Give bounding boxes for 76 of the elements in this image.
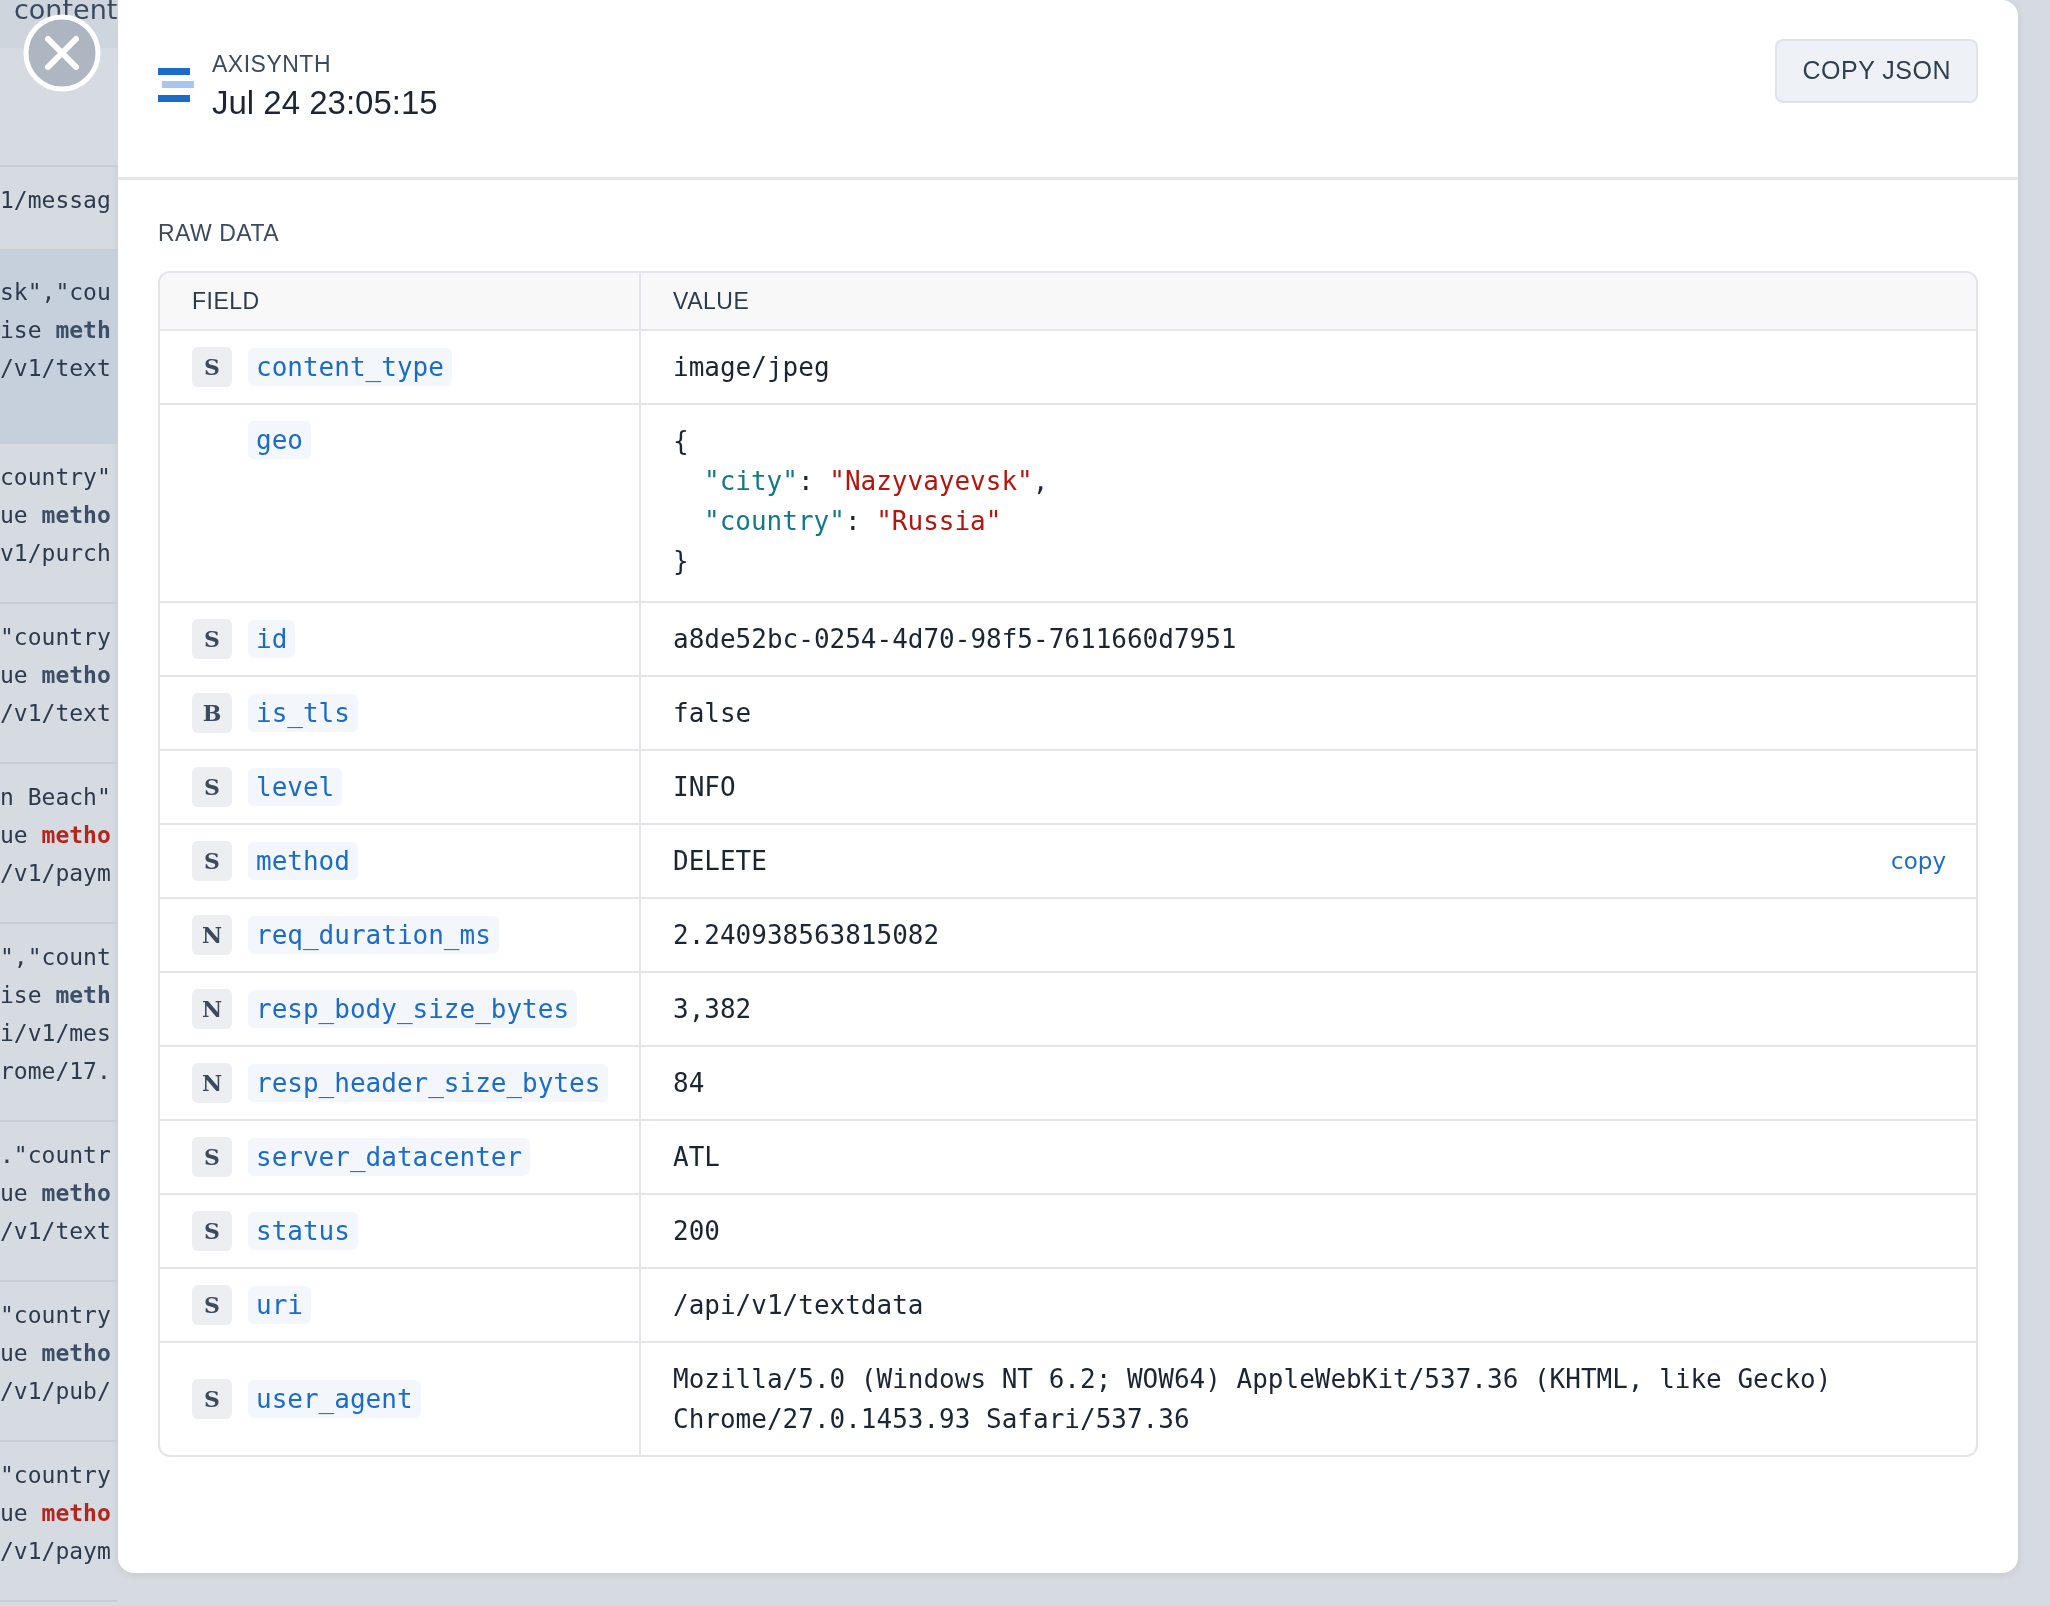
section-title: RAW DATA bbox=[158, 220, 281, 247]
log-text: ue metho bbox=[0, 1339, 111, 1368]
field-name: req_duration_ms bbox=[248, 916, 499, 954]
field-name: geo bbox=[248, 421, 311, 459]
timestamp-title: Jul 24 23:05:15 bbox=[212, 84, 439, 122]
field-name: id bbox=[248, 620, 296, 658]
json-brace: } bbox=[673, 545, 690, 578]
log-text: /v1/text bbox=[0, 699, 111, 728]
field-value: 200 bbox=[673, 1215, 721, 1248]
log-text: ue metho bbox=[0, 501, 111, 530]
field-value: /api/v1/textdata bbox=[673, 1289, 925, 1322]
field-value: 3,382 bbox=[673, 993, 753, 1026]
field-name: resp_header_size_bytes bbox=[248, 1064, 609, 1102]
field-value: 84 bbox=[673, 1067, 706, 1100]
type-badge: N bbox=[192, 989, 232, 1029]
field-name: status bbox=[248, 1212, 358, 1250]
field-name: is_tls bbox=[248, 694, 358, 732]
log-text: 1/messag bbox=[0, 186, 111, 215]
log-text: ue metho bbox=[0, 1179, 111, 1208]
log-text: ."countr bbox=[0, 1141, 111, 1170]
field-value: Mozilla/5.0 (Windows NT 6.2; WOW64) AppleWebKit/537.36 (KHTML, like Gecko) Chrome/27.0.1453.93 Safari/537.36 bbox=[673, 1363, 1833, 1436]
field-value: DELETE bbox=[673, 845, 768, 878]
field-value: image/jpeg bbox=[673, 351, 831, 384]
field-name: content_type bbox=[248, 348, 452, 386]
type-badge: S bbox=[192, 1211, 232, 1251]
log-text: ise meth bbox=[0, 981, 111, 1010]
log-text: /v1/paym bbox=[0, 859, 111, 888]
log-text: v1/purch bbox=[0, 539, 111, 568]
field-value: INFO bbox=[673, 771, 737, 804]
log-text: ue metho bbox=[0, 821, 111, 850]
field-name: resp_body_size_bytes bbox=[248, 990, 578, 1028]
type-badge: S bbox=[192, 841, 232, 881]
type-badge: N bbox=[192, 1063, 232, 1103]
log-text: /v1/pub/ bbox=[0, 1377, 111, 1406]
log-text: ","count bbox=[0, 943, 111, 972]
type-badge: S bbox=[192, 1285, 232, 1325]
field-name: level bbox=[248, 768, 343, 806]
log-text: ue metho bbox=[0, 1499, 111, 1528]
field-value: 2.240938563815082 bbox=[673, 919, 941, 952]
copy-link[interactable]: copy bbox=[1891, 848, 1946, 874]
type-badge: S bbox=[192, 619, 232, 659]
json-entry: "country": "Russia" bbox=[703, 505, 1003, 538]
log-text: i/v1/mes bbox=[0, 1019, 111, 1048]
log-text: rome/17. bbox=[0, 1057, 111, 1086]
source-label: AXISYNTH bbox=[212, 51, 333, 78]
log-row[interactable]: sk","cou ise meth /v1/text bbox=[0, 251, 118, 444]
log-text: /v1/paym bbox=[0, 1537, 111, 1566]
field-value: a8de52bc-0254-4d70-98f5-7611660d7951 bbox=[673, 623, 1238, 656]
type-badge: S bbox=[192, 347, 232, 387]
field-value: ATL bbox=[673, 1141, 721, 1174]
type-badge: S bbox=[192, 1137, 232, 1177]
log-text: /v1/text bbox=[0, 1217, 111, 1246]
log-text: "country bbox=[0, 1301, 111, 1330]
log-text: /v1/text bbox=[0, 354, 111, 383]
field-value: false bbox=[673, 697, 753, 730]
log-text: "country bbox=[0, 623, 111, 652]
log-text: ise meth bbox=[0, 316, 111, 345]
type-badge: S bbox=[192, 767, 232, 807]
log-text: ue metho bbox=[0, 661, 111, 690]
json-brace: { bbox=[673, 425, 690, 458]
field-name: method bbox=[248, 842, 358, 880]
field-name: uri bbox=[248, 1286, 311, 1324]
type-badge: N bbox=[192, 915, 232, 955]
copy-json-button[interactable]: COPY JSON bbox=[1775, 38, 1978, 103]
type-badge: B bbox=[192, 693, 232, 733]
json-entry: "city": "Nazyvayevsk", bbox=[703, 465, 1049, 498]
field-name: server_datacenter bbox=[248, 1138, 531, 1176]
log-text: sk","cou bbox=[0, 278, 111, 307]
type-badge: S bbox=[192, 1379, 232, 1419]
field-name: user_agent bbox=[248, 1380, 421, 1418]
stacked-lines-icon bbox=[158, 67, 194, 102]
column-header: FIELD bbox=[192, 287, 260, 315]
log-text: n Beach" bbox=[0, 783, 111, 812]
log-text: country" bbox=[0, 463, 111, 492]
log-text: "country bbox=[0, 1461, 111, 1490]
column-header: VALUE bbox=[673, 287, 750, 315]
